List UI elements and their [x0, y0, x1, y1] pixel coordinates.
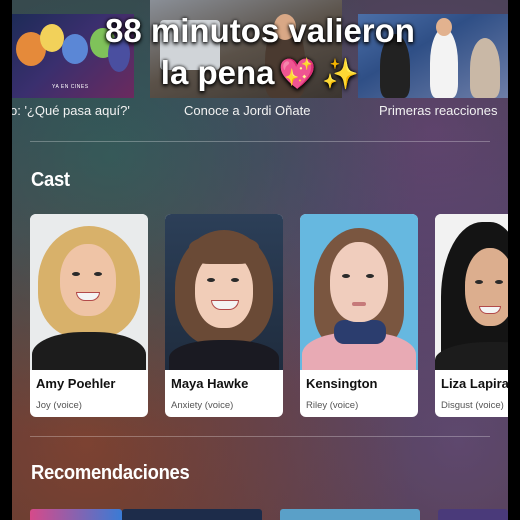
sparkles-icon: ✨	[321, 58, 360, 91]
cast-role: Anxiety (voice)	[171, 400, 234, 411]
video-overlay-title: 88 minutos valieron la pena 💖 ✨	[12, 10, 508, 96]
eye-left	[475, 280, 483, 284]
eye-right	[231, 278, 239, 282]
overlay-title-text-2: la pena	[160, 54, 275, 91]
cast-photo-liza-lapira	[435, 214, 508, 370]
face	[60, 244, 116, 316]
recommendation-card-3[interactable]	[280, 509, 420, 520]
cast-card-kensington[interactable]: Kensington Riley (voice)	[300, 214, 418, 417]
cast-role: Riley (voice)	[306, 400, 359, 411]
recommendations-heading: Recomendaciones	[31, 462, 190, 484]
cast-name: Liza Lapira	[441, 376, 508, 391]
eye-right	[495, 280, 503, 284]
cast-card-maya-hawke[interactable]: Maya Hawke Anxiety (voice)	[165, 214, 283, 417]
divider-top	[30, 141, 490, 142]
eye-left	[207, 278, 215, 282]
cast-name: Kensington	[306, 376, 378, 391]
video-caption-1[interactable]: o: '¿Qué pasa aquí?'	[12, 103, 130, 118]
cast-card-amy-poehler[interactable]: Amy Poehler Joy (voice)	[30, 214, 148, 417]
video-caption-3[interactable]: Primeras reacciones	[379, 103, 498, 118]
cast-name: Maya Hawke	[171, 376, 249, 391]
cast-card-liza-lapira[interactable]: Liza Lapira Disgust (voice)	[435, 214, 508, 417]
face	[330, 242, 388, 322]
bangs	[189, 236, 259, 264]
app-screen: YA EN CINES 88 minutos valieron la pena 💖…	[12, 0, 508, 520]
eye-right	[366, 274, 374, 278]
overlay-title-line-2: la pena 💖 ✨	[12, 52, 508, 96]
recommendation-card-2[interactable]	[122, 509, 262, 520]
eye-right	[94, 272, 102, 276]
video-caption-2[interactable]: Conoce a Jordi Oñate	[184, 103, 310, 118]
cast-carousel[interactable]: Amy Poehler Joy (voice) Maya Hawke Anxie…	[30, 214, 508, 418]
divider-bottom	[30, 436, 490, 437]
overlay-title-line-1: 88 minutos valieron	[105, 12, 415, 49]
recommendations-carousel[interactable]	[12, 509, 508, 520]
eye-left	[72, 272, 80, 276]
shirt	[32, 332, 146, 370]
sparkling-heart-icon: 💖	[278, 58, 316, 91]
cast-role: Disgust (voice)	[441, 400, 504, 411]
eye-left	[342, 274, 350, 278]
cast-heading: Cast	[31, 169, 70, 191]
scarf	[334, 320, 386, 344]
cast-photo-maya-hawke	[165, 214, 283, 370]
recommendation-card-4[interactable]	[438, 509, 508, 520]
video-captions-row: o: '¿Qué pasa aquí?' Conoce a Jordi Oñat…	[12, 100, 508, 122]
cast-photo-kensington	[300, 214, 418, 370]
lips	[352, 302, 366, 306]
shirt	[169, 340, 279, 370]
cast-role: Joy (voice)	[36, 400, 82, 411]
cast-photo-amy-poehler	[30, 214, 148, 370]
recommendation-card-1[interactable]	[30, 509, 122, 520]
cast-name: Amy Poehler	[36, 376, 116, 391]
face	[465, 248, 508, 326]
